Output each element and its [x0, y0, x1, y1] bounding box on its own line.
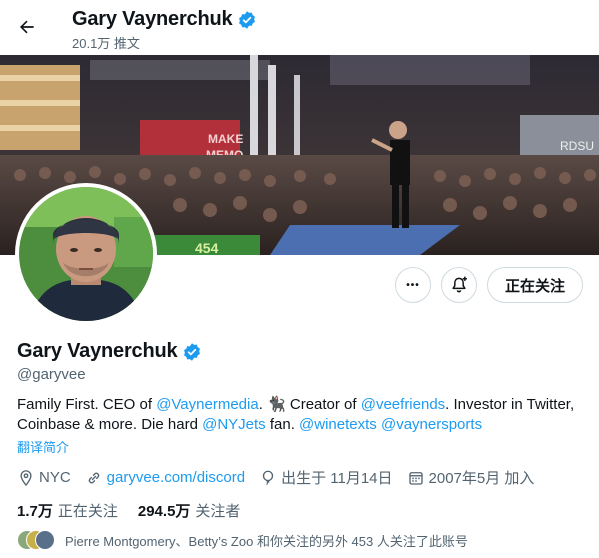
- profile-avatar[interactable]: [15, 183, 157, 325]
- website: garyvee.com/discord: [85, 469, 245, 487]
- join-date: 2007年5月 加入: [407, 467, 535, 488]
- birthday-text: 出生于 11月14日: [281, 470, 393, 487]
- profile-name: Gary Vaynerchuk: [17, 340, 178, 362]
- followers-you-know[interactable]: Pierre Montgomery、Betty’s Zoo 和你关注的另外 45…: [17, 530, 468, 550]
- calendar-icon: [408, 471, 423, 485]
- location-icon: [20, 469, 32, 486]
- banner-sign-1: MAKE: [208, 132, 243, 146]
- followers-count: 294.5万: [137, 503, 191, 520]
- verified-badge-icon: [237, 10, 257, 30]
- translate-bio-link[interactable]: 翻译简介: [17, 437, 69, 456]
- following-stat[interactable]: 1.7万 正在关注: [17, 500, 118, 521]
- mention-winetexts[interactable]: @winetexts: [299, 416, 377, 433]
- header-title-row: Gary Vaynerchuk: [72, 8, 257, 31]
- back-button[interactable]: [10, 10, 44, 44]
- following-label: 正在关注: [57, 503, 118, 520]
- followers-stat[interactable]: 294.5万 关注者: [138, 500, 241, 521]
- followers-label: 关注者: [195, 503, 241, 520]
- website-link[interactable]: garyvee.com/discord: [107, 469, 245, 486]
- following-button[interactable]: 正在关注: [486, 267, 583, 303]
- top-bar: Gary Vaynerchuk 20.1万 推文: [0, 0, 599, 55]
- mention-vaynersports[interactable]: @vaynersports: [381, 416, 482, 433]
- mini-avatar: [35, 530, 55, 550]
- mention-veefriends[interactable]: @veefriends: [361, 396, 445, 413]
- join-date-text: 2007年5月 加入: [428, 470, 535, 487]
- tweet-count: 20.1万 推文: [72, 36, 140, 51]
- mention-nyjets[interactable]: @NYJets: [202, 416, 266, 433]
- profile-handle: @garyvee: [17, 366, 86, 383]
- birthday: 出生于 11月14日: [259, 467, 393, 488]
- location-text: NYC: [39, 469, 71, 486]
- location: NYC: [17, 469, 71, 487]
- header-title: Gary Vaynerchuk: [72, 8, 233, 30]
- back-arrow-icon: [20, 20, 34, 34]
- profile-meta: NYC garyvee.com/discord 出生于 11月14日 2007年…: [17, 467, 534, 488]
- bio-text: Family First. CEO of: [17, 396, 157, 413]
- avatar-image: [19, 187, 153, 321]
- link-icon: [88, 472, 99, 483]
- more-icon: •••: [406, 279, 420, 291]
- verified-badge-icon: [182, 342, 202, 362]
- mention-vaynermedia[interactable]: @Vaynermedia: [156, 396, 259, 413]
- profile-name-row: Gary Vaynerchuk: [17, 340, 202, 363]
- follow-stats: 1.7万 正在关注 294.5万 关注者: [17, 500, 240, 521]
- banner-sign-4: 454: [195, 240, 219, 255]
- bio-text: fan.: [265, 416, 300, 433]
- banner-sign-3: RDSU: [560, 139, 594, 153]
- followers-you-know-text: Pierre Montgomery、Betty’s Zoo 和你关注的另外 45…: [65, 533, 468, 549]
- bell-plus-icon: [452, 276, 467, 293]
- notifications-button[interactable]: [440, 267, 477, 303]
- mini-avatars: [17, 530, 55, 550]
- more-button[interactable]: •••: [394, 267, 431, 303]
- birthday-balloon-icon: [262, 470, 274, 485]
- profile-actions: ••• 正在关注: [394, 267, 583, 303]
- bio-text: . 🐈‍⬛ Creator of: [258, 396, 361, 413]
- following-count: 1.7万: [17, 503, 53, 520]
- profile-bio: Family First. CEO of @Vaynermedia. 🐈‍⬛ C…: [17, 395, 587, 435]
